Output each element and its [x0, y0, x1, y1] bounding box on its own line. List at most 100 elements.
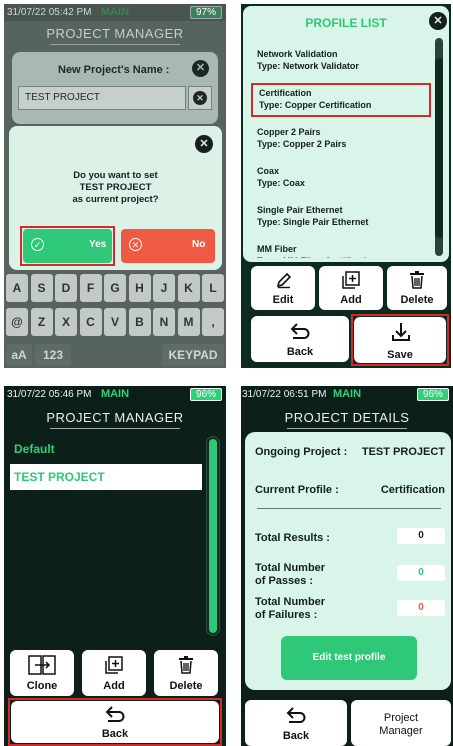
- key-j[interactable]: J: [153, 274, 175, 302]
- profile-name: Certification: [259, 88, 312, 98]
- current-profile-label: Current Profile :: [255, 484, 339, 496]
- clone-label: Clone: [26, 680, 58, 692]
- ongoing-project-label: Ongoing Project :: [255, 446, 348, 458]
- profile-item[interactable]: Certification Type: Copper Certification: [251, 83, 431, 117]
- key-d[interactable]: D: [55, 274, 77, 302]
- project-item-label: TEST PROJECT: [14, 470, 105, 484]
- close-icon[interactable]: ✕: [195, 135, 213, 153]
- key-n[interactable]: N: [153, 308, 175, 336]
- key-s[interactable]: S: [30, 274, 53, 302]
- confirm-message-line-1: Do you want to set: [73, 170, 158, 181]
- pencil-icon: [275, 271, 293, 289]
- profile-item[interactable]: Single Pair Ethernet Type: Single Pair Et…: [251, 200, 431, 234]
- status-bar: 31/07/22 06:51 PM MAIN 96%: [241, 386, 453, 403]
- key-k[interactable]: K: [177, 274, 200, 302]
- project-item-default[interactable]: Default: [14, 442, 55, 456]
- failures-label-line-2: of Failures :: [255, 609, 318, 621]
- scrollbar-track[interactable]: [206, 436, 220, 636]
- key-l[interactable]: L: [202, 274, 224, 302]
- back-arrow-icon: [104, 705, 126, 725]
- profile-item[interactable]: Network Validation Type: Network Validato…: [251, 44, 431, 78]
- clone-button[interactable]: Clone: [10, 650, 74, 696]
- key-m[interactable]: M: [177, 308, 200, 336]
- page-title: PROJECT DETAILS: [284, 410, 410, 425]
- back-button[interactable]: Back: [245, 700, 347, 746]
- scrollbar-thumb[interactable]: [209, 439, 217, 633]
- trash-icon: [407, 270, 427, 290]
- edit-test-profile-button[interactable]: Edit test profile: [281, 636, 417, 680]
- add-button[interactable]: Add: [319, 266, 383, 310]
- key-keypad[interactable]: KEYPAD: [162, 344, 224, 366]
- delete-button[interactable]: Delete: [387, 266, 447, 310]
- back-button[interactable]: Back: [251, 316, 349, 362]
- battery-indicator: 97%: [189, 6, 222, 19]
- title-underline: [50, 44, 180, 45]
- add-box-icon: [341, 270, 361, 290]
- battery-indicator: 96%: [416, 388, 449, 401]
- profile-type: Type: Coax: [257, 178, 305, 188]
- profile-type: Type: Network Validator: [257, 61, 359, 71]
- edit-label: Edit: [272, 294, 294, 306]
- scrollbar-track[interactable]: [435, 38, 443, 256]
- ongoing-project-value: TEST PROJECT: [361, 446, 445, 458]
- key-h[interactable]: H: [128, 274, 151, 302]
- dialog-title: New Project's Name :: [58, 64, 170, 76]
- project-manager-button[interactable]: Project Manager: [351, 700, 451, 746]
- key-g[interactable]: G: [104, 274, 126, 302]
- back-arrow-icon: [289, 322, 311, 342]
- key-b[interactable]: B: [128, 308, 151, 336]
- panel-profile-list: PROFILE LIST ✕ Network Validation Type: N…: [241, 4, 451, 368]
- profile-type: Type: Single Pair Ethernet: [257, 217, 369, 227]
- trash-icon: [176, 655, 196, 675]
- add-label: Add: [340, 294, 362, 306]
- add-box-icon: [104, 655, 124, 675]
- profile-item[interactable]: Coax Type: Coax: [251, 161, 431, 195]
- profile-name: Single Pair Ethernet: [257, 205, 343, 215]
- scrollbar-thumb[interactable]: [435, 58, 443, 238]
- profile-name: Coax: [257, 166, 280, 176]
- clear-input-button[interactable]: ✕: [188, 86, 212, 110]
- check-circle-icon: ✓: [31, 238, 44, 251]
- passes-label-line-1: Total Number: [255, 562, 326, 574]
- key-a[interactable]: A: [6, 274, 28, 302]
- profile-type: Type: Copper Certification: [259, 100, 372, 110]
- page-title: PROJECT MANAGER: [46, 410, 184, 425]
- confirm-message-line-3: as current project?: [72, 194, 159, 205]
- profile-name: MM Fiber: [257, 244, 297, 254]
- project-name-input[interactable]: TEST PROJECT: [18, 86, 186, 110]
- project-manager-label-line-1: Project: [383, 712, 419, 724]
- total-results-value: 0: [397, 528, 445, 544]
- clone-icon: [28, 655, 56, 675]
- close-icon[interactable]: ✕: [192, 60, 209, 77]
- back-label: Back: [101, 728, 129, 740]
- profile-item[interactable]: MM Fiber Type: MM Fiber Certification: [251, 239, 431, 258]
- panel-project-manager: 31/07/22 05:46 PM MAIN 96% PROJECT MANAG…: [4, 386, 226, 746]
- no-button[interactable]: ✕ No: [121, 229, 215, 263]
- x-circle-icon: ✕: [129, 238, 142, 251]
- profile-type: Type: Copper 2 Pairs: [257, 139, 347, 149]
- clear-icon: ✕: [193, 91, 207, 105]
- key-123[interactable]: 123: [35, 344, 71, 366]
- add-button[interactable]: Add: [82, 650, 146, 696]
- key-c[interactable]: C: [79, 308, 102, 336]
- delete-label: Delete: [400, 294, 434, 306]
- key-at[interactable]: @: [6, 308, 28, 336]
- back-button[interactable]: Back: [11, 701, 219, 743]
- project-item-test-project[interactable]: TEST PROJECT: [10, 464, 202, 490]
- delete-button[interactable]: Delete: [154, 650, 218, 696]
- key-comma[interactable]: ,: [202, 308, 224, 336]
- battery-indicator: 96%: [189, 388, 222, 401]
- key-v[interactable]: V: [104, 308, 126, 336]
- status-bar: 31/07/22 05:42 PM MAIN 97%: [4, 4, 226, 21]
- confirm-dialog: ✕ Do you want to set TEST PROJECT as cur…: [9, 126, 222, 270]
- edit-button[interactable]: Edit: [251, 266, 315, 310]
- key-z[interactable]: Z: [30, 308, 53, 336]
- save-button[interactable]: Save: [354, 317, 446, 363]
- key-case[interactable]: aA: [6, 344, 32, 366]
- yes-button[interactable]: ✓ Yes: [23, 229, 112, 263]
- title-underline: [50, 428, 180, 429]
- divider: [257, 508, 441, 509]
- profile-item[interactable]: Copper 2 Pairs Type: Copper 2 Pairs: [251, 122, 431, 156]
- key-f[interactable]: F: [79, 274, 102, 302]
- key-x[interactable]: X: [55, 308, 77, 336]
